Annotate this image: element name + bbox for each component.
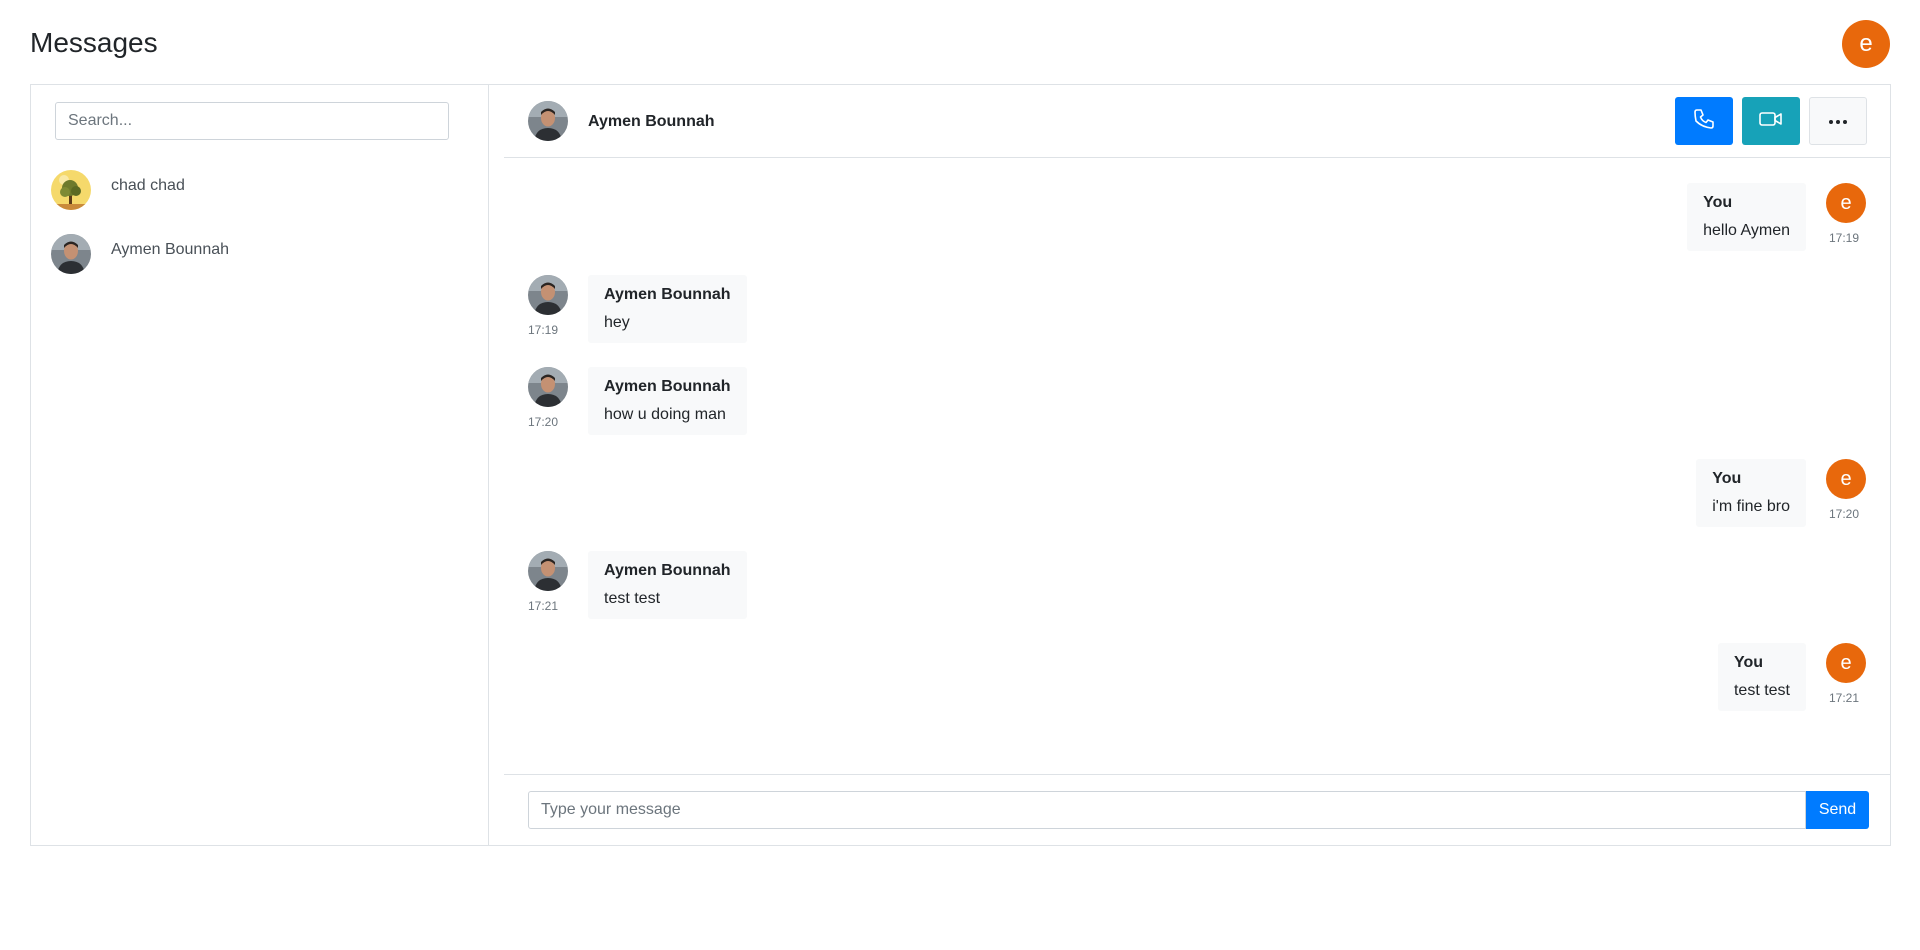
- messenger-panel: chad chad Aymen Bounnah: [30, 84, 1891, 846]
- message-sender: Aymen Bounnah: [604, 378, 731, 395]
- message-outgoing: You i'm fine bro e 17:20: [504, 435, 1890, 527]
- message-list: You hello Aymen e 17:19 17:19 Aymen Boun…: [504, 159, 1890, 759]
- message-time: 17:21: [528, 599, 559, 613]
- sender-avatar: [528, 275, 568, 315]
- contact-avatar: [51, 234, 91, 274]
- more-options-button[interactable]: [1809, 97, 1867, 145]
- message-time: 17:19: [528, 323, 559, 337]
- page-title: Messages: [30, 27, 158, 58]
- message-sender: You: [1712, 470, 1742, 487]
- message-outgoing: You test test e 17:21: [504, 619, 1890, 711]
- message-bubble: Aymen Bounnah how u doing man: [588, 367, 747, 435]
- search-input[interactable]: [55, 102, 449, 140]
- message-sender: Aymen Bounnah: [604, 286, 731, 303]
- message-text: i'm fine bro: [1712, 498, 1790, 515]
- message-incoming: 17:20 Aymen Bounnah how u doing man: [504, 343, 1890, 435]
- message-bubble: You test test: [1717, 643, 1806, 711]
- video-call-button[interactable]: [1742, 97, 1800, 145]
- send-button[interactable]: Send: [1806, 791, 1869, 829]
- sender-avatar: e: [1826, 183, 1866, 223]
- more-horizontal-icon: [1828, 112, 1848, 130]
- message-outgoing: You hello Aymen e 17:19: [504, 159, 1890, 251]
- sender-avatar: [528, 367, 568, 407]
- chat-panel: Aymen Bounnah You hello Aymen e 17:19 17…: [504, 85, 1890, 845]
- call-button[interactable]: [1675, 97, 1733, 145]
- current-user-avatar[interactable]: e: [1842, 20, 1890, 68]
- message-sender: You: [1703, 194, 1733, 211]
- message-input[interactable]: [528, 791, 1806, 829]
- message-sender: You: [1733, 654, 1763, 671]
- message-composer: Send: [504, 774, 1890, 845]
- message-time: 17:20: [528, 415, 559, 429]
- contact-name: Aymen Bounnah: [111, 241, 230, 258]
- chat-header: Aymen Bounnah: [504, 85, 1890, 158]
- sender-avatar: [528, 551, 568, 591]
- video-camera-icon: [1758, 107, 1784, 136]
- message-time: 17:20: [1829, 507, 1860, 521]
- message-incoming: 17:21 Aymen Bounnah test test: [504, 527, 1890, 619]
- message-text: hey: [604, 314, 630, 331]
- message-bubble: You i'm fine bro: [1696, 459, 1806, 527]
- phone-icon: [1692, 107, 1716, 136]
- message-sender: Aymen Bounnah: [604, 562, 731, 579]
- message-text: test test: [1733, 682, 1790, 699]
- message-time: 17:21: [1829, 691, 1860, 705]
- contact-name: chad chad: [111, 177, 185, 194]
- message-time: 17:19: [1829, 231, 1860, 245]
- contact-item-aymen-bounnah[interactable]: Aymen Bounnah: [51, 230, 471, 278]
- sender-avatar: e: [1826, 643, 1866, 683]
- message-text: how u doing man: [604, 406, 726, 423]
- message-bubble: You hello Aymen: [1687, 183, 1806, 251]
- message-text: hello Aymen: [1703, 222, 1790, 239]
- contact-avatar: [528, 101, 568, 141]
- sender-avatar: e: [1826, 459, 1866, 499]
- chat-contact-name: Aymen Bounnah: [588, 113, 715, 130]
- message-incoming: 17:19 Aymen Bounnah hey: [504, 251, 1890, 343]
- contact-avatar: [51, 170, 91, 210]
- contact-item-chad-chad[interactable]: chad chad: [51, 166, 471, 214]
- contacts-sidebar: chad chad Aymen Bounnah: [31, 85, 489, 845]
- message-bubble: Aymen Bounnah hey: [588, 275, 747, 343]
- message-text: test test: [604, 590, 661, 607]
- message-bubble: Aymen Bounnah test test: [588, 551, 747, 619]
